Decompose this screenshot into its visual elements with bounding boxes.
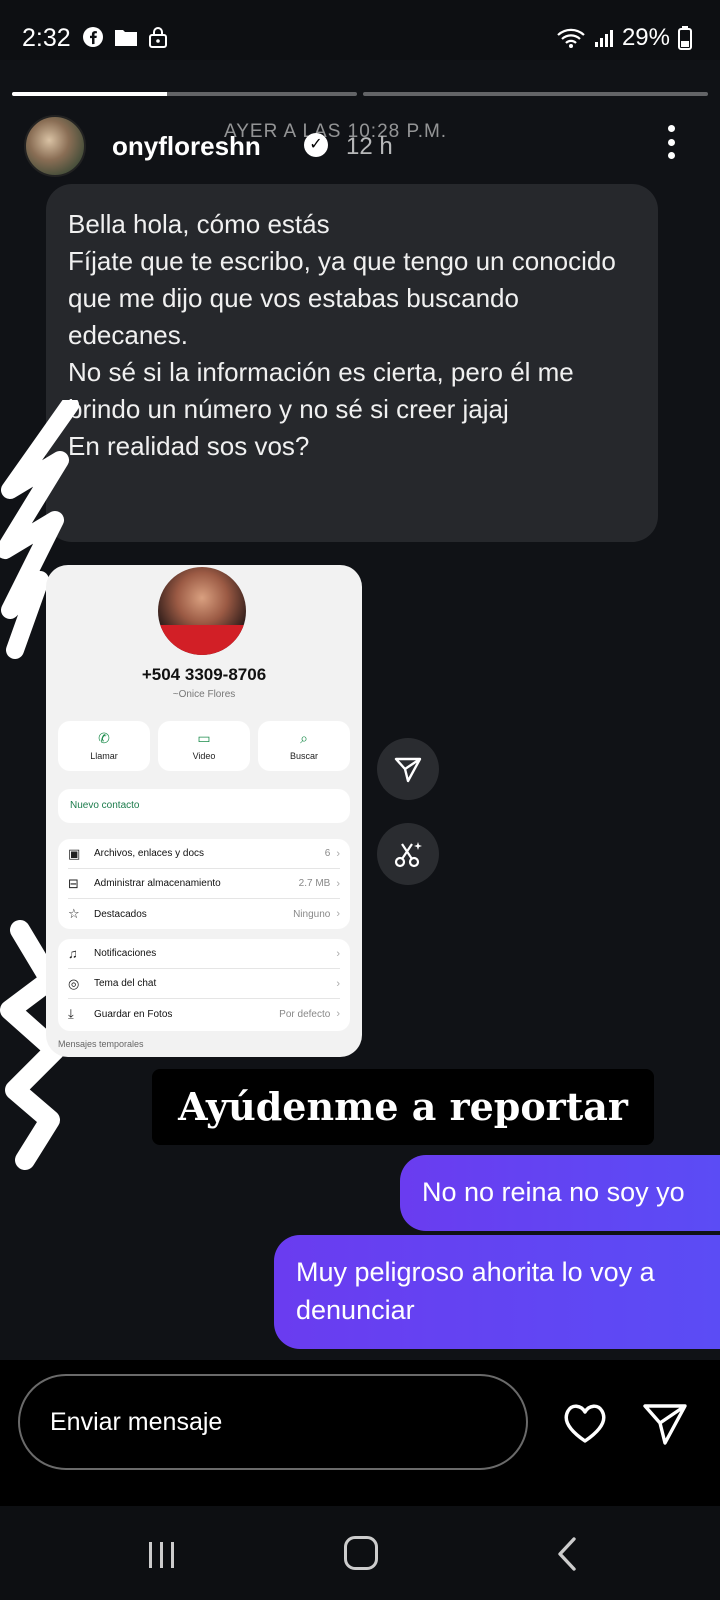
signal-icon [594,30,613,47]
system-nav-bar [0,1506,720,1600]
chevron-right-icon: › [336,877,340,890]
story-viewer[interactable]: AYER A LAS 10:28 P.M. onyfloreshn ✓ 12 h… [0,60,720,1360]
row-value: 6 [324,848,331,859]
message-input[interactable]: Enviar mensaje [18,1374,528,1470]
phone-icon: ✆ [98,730,110,746]
row-value: 2.7 MB [298,878,331,889]
message-line: No sé si la información es cierta, pero … [68,357,574,424]
contact-list-group-2: ♫ Notificaciones › ◎ Tema del chat › ⤓ Guarda… [58,939,350,1031]
message-line: En realidad sos vos? [68,431,310,461]
image-icon: ▣ [68,845,81,861]
send-icon [394,757,422,783]
folder-icon [115,30,137,46]
chevron-right-icon: › [336,977,340,990]
outgoing-message-bubble: No no reina no soy yo [400,1155,720,1231]
row-label: Archivos, enlaces y docs [94,848,205,859]
recent-apps-icon[interactable] [146,1540,178,1570]
contact-phone: +504 3309-8706 [141,665,267,684]
storage-icon: ⊟ [68,875,79,891]
more-options-icon[interactable] [666,125,676,159]
story-username[interactable]: onyfloreshn [112,131,261,162]
outgoing-message-bubble: Muy peligroso ahorita lo voy a denunciar [274,1235,720,1349]
contact-name: ~Onice Flores [172,689,236,700]
progress-segment-2 [363,92,708,96]
list-item: ♫ Notificaciones › [68,939,340,969]
list-item: ☆ Destacados Ninguno › [68,899,340,929]
video-action: ▭ Video [158,721,250,771]
battery-icon [678,26,692,50]
row-label: Notificaciones [94,948,157,959]
row-label: Administrar almacenamiento [94,878,221,889]
status-system-icons: 29% [556,24,692,52]
search-label: Buscar [289,751,318,761]
progress-segment-1 [12,92,357,96]
call-action: ✆ Llamar [58,721,150,771]
wifi-icon [557,28,585,48]
row-label: Guardar en Fotos [94,1008,173,1020]
list-item: ⤓ Guardar en Fotos Por defecto › [68,999,340,1029]
chevron-right-icon: › [336,1008,340,1020]
search-action: ⌕ Buscar [258,721,350,771]
row-label: Destacados [94,908,147,920]
contact-actions: ✆ Llamar ▭ Video ⌕ Buscar [58,721,350,771]
verified-badge-icon: ✓ [304,133,328,157]
heart-icon[interactable] [560,1398,610,1448]
chevron-right-icon: › [336,947,340,960]
message-line: Bella hola, cómo estás [68,209,330,239]
send-icon[interactable] [640,1398,690,1448]
row-label: Tema del chat [94,978,157,989]
star-icon: ☆ [68,906,80,921]
contact-photo [158,567,246,655]
share-story-button[interactable] [377,738,439,800]
video-label: Video [192,751,216,761]
download-icon: ⤓ [68,1006,74,1021]
scissors-sparkle-icon [394,842,422,868]
list-item: ▣ Archivos, enlaces y docs 6 › [68,839,340,869]
back-icon[interactable] [552,1536,582,1572]
status-time: 2:32 [22,24,71,52]
story-time-ago: 12 h [346,133,393,160]
incoming-message-bubble: Bella hola, cómo estás Fíjate que te esc… [46,184,658,542]
cut-off-row: Mensajes temporales [58,1039,144,1049]
search-icon: ⌕ [300,730,308,746]
chevron-right-icon: › [336,847,340,860]
video-icon: ▭ [197,730,211,746]
remix-button[interactable] [377,823,439,885]
status-notification-icons [82,26,168,48]
contact-list-group-1: ▣ Archivos, enlaces y docs 6 › ⊟ Administrar… [58,839,350,929]
row-value: Ninguno [293,908,331,920]
call-label: Llamar [90,751,118,761]
new-contact-row: Nuevo contacto [58,789,350,823]
row-value: Por defecto [279,1008,331,1020]
lock-icon [149,27,167,48]
list-item: ⊟ Administrar almacenamiento 2.7 MB › [68,869,340,899]
chevron-right-icon: › [336,908,340,920]
sticker-text: Ayúdenme a reportar [152,1069,654,1145]
list-item: ◎ Tema del chat › [68,969,340,999]
home-button[interactable] [344,1536,378,1570]
avatar[interactable] [24,115,86,177]
message-line: Fíjate que te escribo, ya que tengo un c… [68,246,616,350]
story-header: AYER A LAS 10:28 P.M. onyfloreshn ✓ 12 h [24,113,700,177]
facebook-icon [83,27,103,47]
story-progress-bar [12,92,708,96]
palette-icon: ◎ [68,975,80,991]
reply-bar: Enviar mensaje [0,1360,720,1506]
contact-screenshot-card: +504 3309-8706 ~Onice Flores ✆ Llamar ▭ … [46,565,362,1057]
battery-percent: 29% [621,24,670,51]
bell-icon: ♫ [68,946,78,961]
